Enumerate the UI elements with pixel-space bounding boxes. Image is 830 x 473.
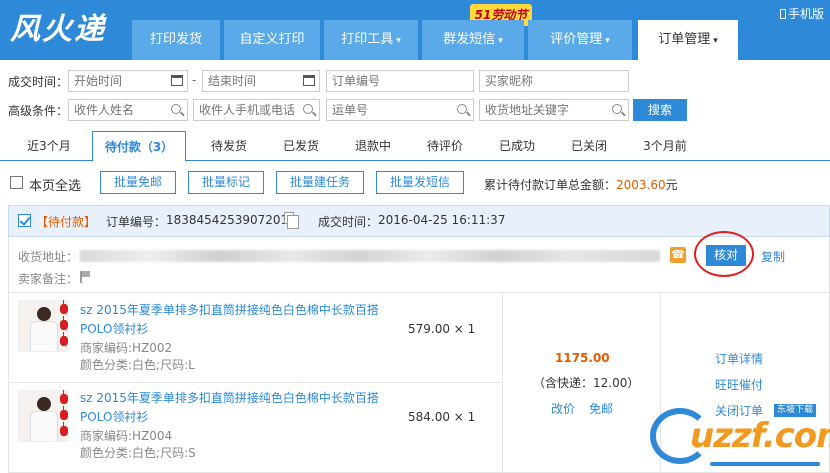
start-time-input[interactable] [68, 70, 188, 92]
copy-icon[interactable] [284, 212, 299, 229]
order-total: 1175.00 [555, 351, 610, 365]
chevron-down-icon: ▾ [396, 36, 401, 46]
calendar-icon[interactable] [171, 75, 183, 86]
search-icon [171, 104, 181, 114]
order-no-label: 订单编号： [106, 215, 167, 229]
tab-last-3-months[interactable]: 近3个月 [12, 131, 86, 161]
nav-tab-label: 打印工具 [341, 32, 394, 47]
nav-tab-print-tools[interactable]: 打印工具 ▾ [324, 20, 418, 60]
bulk-send-sms-button[interactable]: 批量发短信 [376, 171, 464, 194]
site-watermark: uzzf.com 东坡下载 [650, 398, 830, 473]
product-title-link[interactable]: sz 2015年夏季单排多扣直筒拼接纯色白色棉中长款百搭POLO领衬衫 [80, 301, 390, 339]
watermark-text: uzzf.com [690, 416, 830, 456]
bulk-free-shipping-button[interactable]: 批量免邮 [100, 171, 176, 194]
tab-pending-payment[interactable]: 待付款（3） [92, 131, 186, 162]
receiver-name-input[interactable] [68, 99, 188, 121]
address-keyword-input[interactable] [479, 99, 629, 121]
pending-total-unit: 元 [665, 178, 678, 192]
deal-time-value: 2016-04-25 16:11:37 [378, 213, 506, 227]
tab-closed[interactable]: 已关闭 [556, 131, 622, 161]
product-title-link[interactable]: sz 2015年夏季单排多扣直筒拼接纯色白色棉中长款百搭POLO领衬衫 [80, 389, 390, 427]
order-detail-link[interactable]: 订单详情 [715, 350, 763, 367]
nav-tab-review-mgmt[interactable]: 评价管理 ▾ [528, 20, 632, 60]
watermark-subtext: 东坡下载 [774, 404, 817, 417]
search-button[interactable]: 搜索 [633, 99, 687, 121]
tab-shipped[interactable]: 已发货 [268, 131, 334, 161]
advanced-label: 高级条件： [8, 104, 69, 118]
wangwang-remind-link[interactable]: 旺旺催付 [715, 376, 763, 393]
nav-tab-label: 订单管理 [658, 32, 711, 47]
select-all-checkbox[interactable] [10, 176, 23, 189]
tracking-no-input[interactable] [326, 99, 474, 121]
lantern-icon [60, 422, 68, 436]
watermark-underline [710, 462, 820, 466]
lantern-icon [60, 406, 68, 420]
order-checkbox[interactable] [18, 214, 31, 227]
nav-tab-label: 打印发货 [149, 32, 202, 47]
product-spec: 颜色分类:白色;尺码:L [80, 358, 195, 372]
mobile-label: 手机版 [787, 7, 824, 21]
search-icon [612, 104, 622, 114]
phone-icon[interactable]: ☎ [670, 247, 686, 263]
flag-icon[interactable] [80, 271, 90, 283]
address-label: 收货地址： [18, 250, 79, 264]
chevron-down-icon: ▾ [498, 36, 503, 46]
mobile-version-link[interactable]: 手机版 [779, 5, 824, 22]
nav-tab-order-mgmt[interactable]: 订单管理 ▾ [638, 20, 738, 60]
tab-pending-review[interactable]: 待评价 [412, 131, 478, 161]
pending-total-label: 累计待付款订单总金额： [484, 178, 617, 192]
seller-memo-label: 卖家备注： [18, 272, 79, 286]
nav-tab-label: 群发短信 [443, 32, 496, 47]
order-status-tag: 【待付款】 [36, 215, 97, 229]
product-spec: 颜色分类:白色;尺码:S [80, 446, 196, 460]
nav-tab-label: 评价管理 [550, 32, 603, 47]
bulk-create-task-button[interactable]: 批量建任务 [276, 171, 364, 194]
calendar-icon[interactable] [303, 75, 315, 86]
receiver-phone-input[interactable] [193, 99, 320, 121]
lantern-icon [60, 316, 68, 330]
nav-tab-print-ship[interactable]: 打印发货 [132, 20, 220, 60]
nav-tab-mass-sms[interactable]: 群发短信 ▾ [422, 20, 524, 60]
chevron-down-icon: ▾ [605, 36, 610, 46]
edit-price-link[interactable]: 改价 [551, 400, 575, 417]
nav-tab-label: 自定义打印 [239, 32, 305, 47]
column-divider [502, 292, 503, 473]
free-shipping-link[interactable]: 免邮 [589, 400, 613, 417]
copy-address-link[interactable]: 复制 [761, 248, 785, 265]
top-header: 风火递 51劳动节 手机版 打印发货 自定义打印 打印工具 ▾ 群发短信 ▾ 评价管… [0, 0, 830, 60]
item-divider [8, 382, 502, 383]
blurred-address [80, 250, 660, 262]
order-no-value: 1838454253907201 [166, 213, 289, 227]
buyer-nick-input[interactable] [479, 70, 629, 92]
deal-time-label: 成交时间： [318, 215, 379, 229]
lantern-icon [60, 332, 68, 346]
order-status-tabs: 近3个月 待付款（3） 待发货 已发货 退款中 待评价 已成功 已关闭 3个月前 [0, 131, 830, 162]
pending-total: 累计待付款订单总金额：2003.60元 [484, 176, 678, 193]
product-price: 579.00 × 1 [408, 322, 476, 336]
tab-pending-shipment[interactable]: 待发货 [196, 131, 262, 161]
product-price: 584.00 × 1 [408, 410, 476, 424]
app-logo: 风火递 [10, 12, 106, 47]
highlight-circle [694, 231, 754, 277]
pending-total-amount: 2003.60 [616, 178, 666, 192]
deal-time-label: 成交时间： [8, 75, 69, 89]
bulk-mark-button[interactable]: 批量标记 [188, 171, 264, 194]
order-no-input[interactable] [326, 70, 474, 92]
select-all-label[interactable]: 本页全选 [29, 175, 81, 194]
search-icon [303, 104, 313, 114]
tab-older-than-3-months[interactable]: 3个月前 [632, 131, 698, 161]
phone-icon [779, 9, 786, 19]
range-separator: - [192, 73, 197, 87]
search-icon [457, 104, 467, 114]
chevron-down-icon: ▾ [713, 36, 718, 46]
tab-completed[interactable]: 已成功 [484, 131, 550, 161]
tab-refunding[interactable]: 退款中 [340, 131, 406, 161]
nav-tab-custom-print[interactable]: 自定义打印 [224, 20, 320, 60]
lantern-icon [60, 300, 68, 314]
lantern-icon [60, 390, 68, 404]
shipping-fee: （含快递：12.00） [533, 376, 640, 390]
